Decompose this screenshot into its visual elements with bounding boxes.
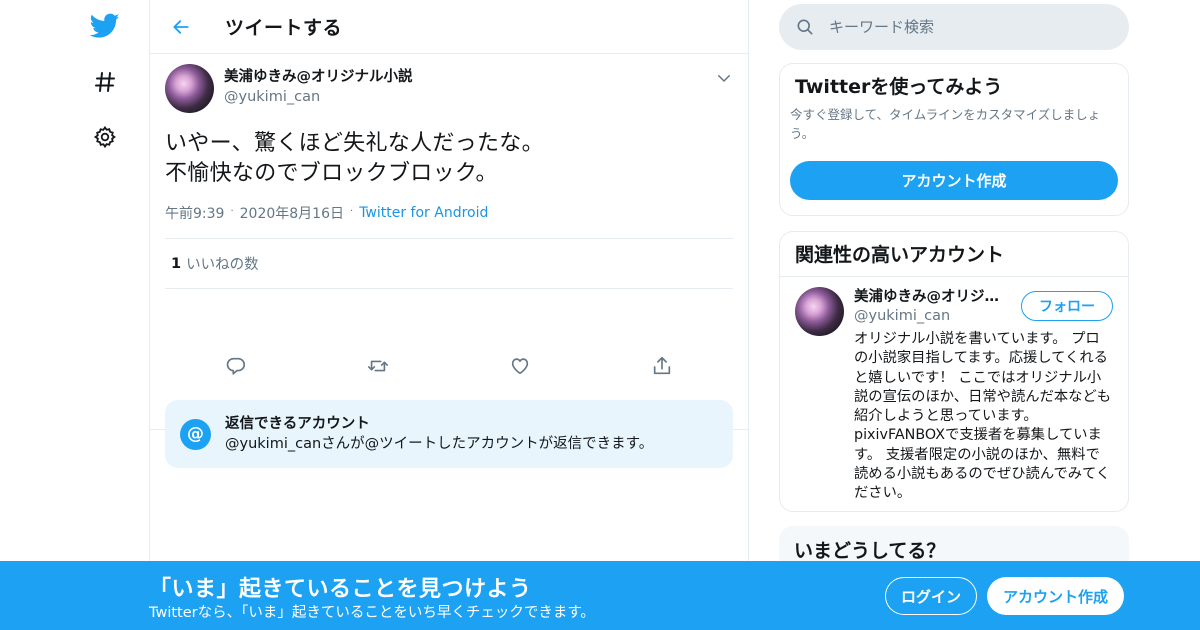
signup-card-description: 今すぐ登録して、タイムラインをカスタマイズしましょう。 xyxy=(790,107,1101,141)
avatar[interactable] xyxy=(165,64,214,113)
related-account-bio: オリジナル小説を書いています。 プロの小説家目指してます。応援してくれると嬉しい… xyxy=(854,331,1112,502)
tweet-author[interactable]: 美浦ゆきみ@オリジナル小説 @yukimi_can xyxy=(165,64,733,113)
retweet-icon[interactable] xyxy=(365,353,391,379)
gear-icon[interactable] xyxy=(88,120,122,154)
tweet-date[interactable]: 2020年8月16日 xyxy=(240,203,344,223)
tweet-text-line: いやー、驚くほど失礼な人だったな。 xyxy=(165,131,544,156)
tweet-meta: 午前9:39 · 2020年8月16日 · Twitter for Androi… xyxy=(165,203,733,223)
whats-happening-title: いまどうしてる？ xyxy=(794,540,946,562)
follow-button[interactable]: フォロー xyxy=(1021,291,1113,321)
meta-separator: · xyxy=(350,205,354,217)
reply-restriction-description: @yukimi_canさんが@ツイートしたアカウントが返信できます。 xyxy=(225,436,654,452)
reply-restriction-text: 返信できるアカウント @yukimi_canさんが@ツイートしたアカウントが返信… xyxy=(225,414,653,454)
page-header: ツイートする xyxy=(150,0,748,54)
share-icon[interactable] xyxy=(649,353,675,379)
author-name[interactable]: 美浦ゆきみ@オリジナル小説 xyxy=(224,67,413,87)
back-arrow-icon[interactable] xyxy=(166,12,196,42)
tweet-detail: 美浦ゆきみ@オリジナル小説 @yukimi_can いやー、驚くほど失礼な人だっ… xyxy=(150,54,748,468)
banner-title: 「いま」起きていることを見つけよう xyxy=(149,577,532,602)
hashtag-icon[interactable] xyxy=(88,65,122,99)
author-handle[interactable]: @yukimi_can xyxy=(224,87,413,107)
related-account-handle[interactable]: @yukimi_can xyxy=(854,306,950,326)
avatar[interactable] xyxy=(795,287,844,336)
signup-card-title: Twitterを使ってみよう xyxy=(795,76,1003,98)
related-accounts-title: 関連性の高いアカウント xyxy=(795,244,1005,266)
tweet-stats[interactable]: 1 いいねの数 xyxy=(165,238,733,289)
tweet-time[interactable]: 午前9:39 xyxy=(165,203,224,223)
reply-icon[interactable] xyxy=(223,353,249,379)
related-accounts-card: 関連性の高いアカウント 美浦ゆきみ@オリジ… @yukimi_can フォロー … xyxy=(779,231,1129,512)
chevron-down-icon[interactable] xyxy=(715,69,733,87)
related-account-item[interactable]: 美浦ゆきみ@オリジ… @yukimi_can フォロー オリジナル小説を書いてい… xyxy=(780,277,1128,501)
left-nav xyxy=(0,0,150,630)
create-account-button[interactable]: アカウント作成 xyxy=(790,161,1118,200)
tweet-text-line: 不愉快なのでブロックブロック。 xyxy=(165,161,498,186)
meta-separator: · xyxy=(230,205,234,217)
at-sign-icon: @ xyxy=(180,418,211,450)
author-text: 美浦ゆきみ@オリジナル小説 @yukimi_can xyxy=(224,67,413,107)
related-account-name[interactable]: 美浦ゆきみ@オリジ… xyxy=(854,287,1012,307)
page: ツイートする 美浦ゆきみ@オリジナル小説 @yukimi_can いやー、驚くほ… xyxy=(0,0,1200,630)
main-column: ツイートする 美浦ゆきみ@オリジナル小説 @yukimi_can いやー、驚くほ… xyxy=(149,0,749,630)
signup-card: Twitterを使ってみよう 今すぐ登録して、タイムラインをカスタマイズしましょ… xyxy=(779,63,1129,216)
likes-count: 1 xyxy=(171,255,182,272)
page-title: ツイートする xyxy=(225,17,343,39)
search-bar[interactable] xyxy=(779,4,1129,50)
tweet-text: いやー、驚くほど失礼な人だったな。 不愉快なのでブロックブロック。 xyxy=(165,129,733,189)
heart-icon[interactable] xyxy=(507,353,533,379)
banner-create-account-button[interactable]: アカウント作成 xyxy=(987,577,1124,615)
likes-label: いいねの数 xyxy=(186,257,259,273)
reply-restriction-title: 返信できるアカウント xyxy=(225,416,370,432)
banner-subtitle: Twitterなら、「いま」起きていることをいち早くチェックできます。 xyxy=(149,605,595,621)
related-accounts-header: 関連性の高いアカウント xyxy=(780,232,1128,277)
reply-restriction-notice: @ 返信できるアカウント @yukimi_canさんが@ツイートしたアカウントが… xyxy=(165,400,733,468)
login-button[interactable]: ログイン xyxy=(885,577,977,615)
tweet-source-link[interactable]: Twitter for Android xyxy=(359,205,488,221)
search-input[interactable] xyxy=(829,18,1109,36)
search-icon xyxy=(797,19,813,35)
twitter-bird-icon[interactable] xyxy=(88,9,122,43)
tweet-actions xyxy=(165,289,733,375)
signup-banner: 「いま」起きていることを見つけよう Twitterなら、「いま」起きていることを… xyxy=(0,561,1200,630)
